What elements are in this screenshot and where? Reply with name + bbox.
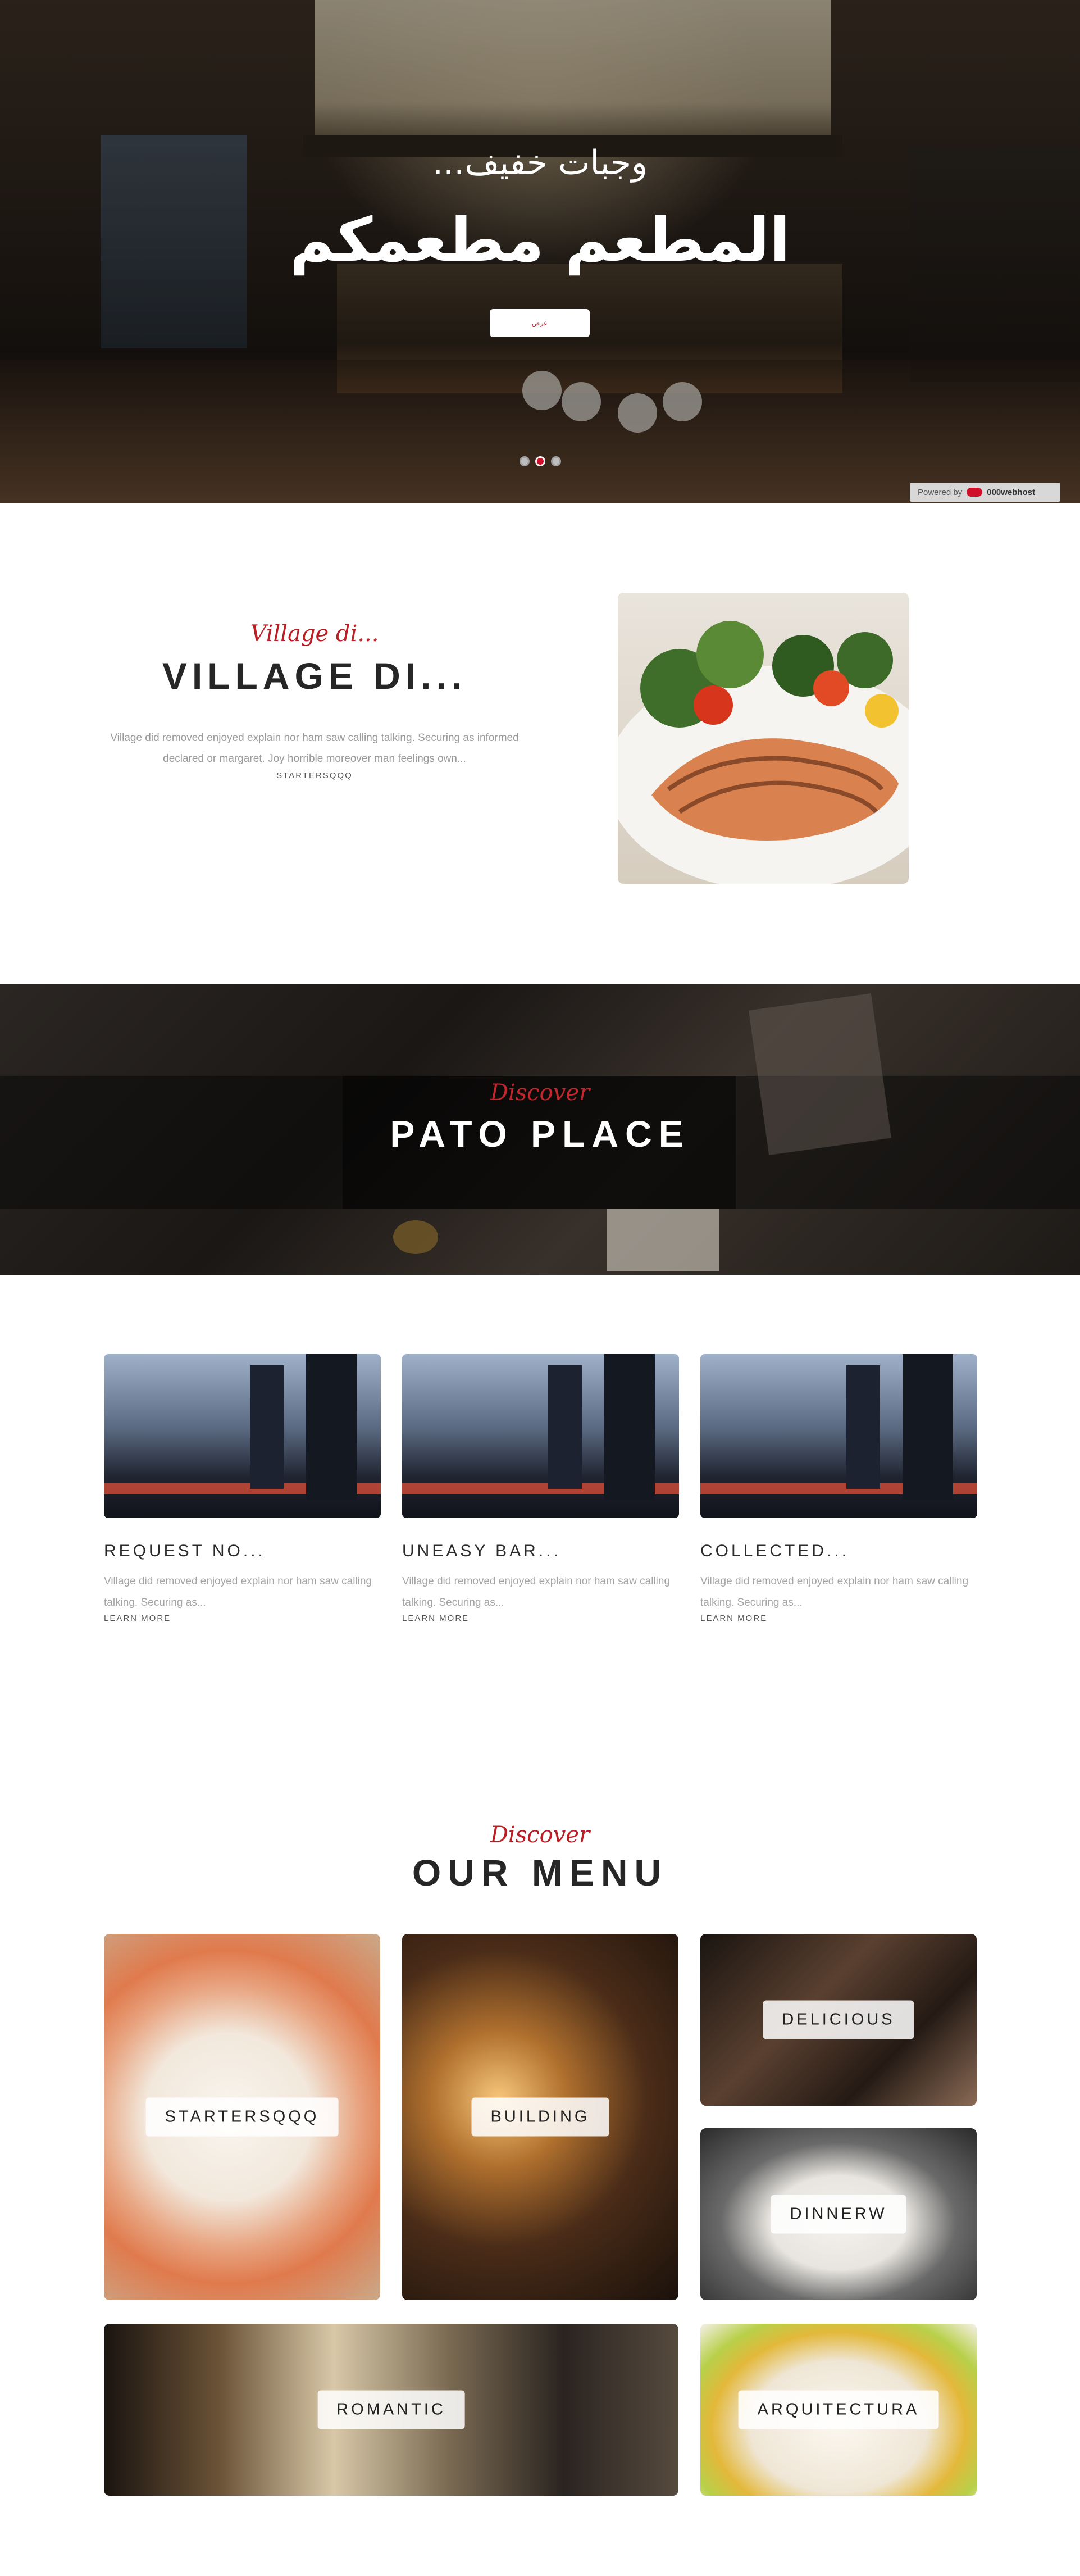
menu-tile-starters[interactable]: STARTERSQQQ — [104, 1934, 380, 2300]
city-street-image — [700, 1354, 977, 1518]
menu-tile-label: DINNERW — [771, 2195, 906, 2234]
hero-slider: وجبات خفيف... المطعم مطعمكم عرض Powered … — [0, 0, 1080, 503]
card-title: REQUEST NO... — [104, 1542, 266, 1560]
feature-card: UNEASY BAR... Village did removed enjoye… — [402, 1354, 679, 1623]
banner-decor — [393, 1220, 438, 1254]
city-street-image — [104, 1354, 381, 1518]
menu-tile-label: STARTERSQQQ — [145, 2097, 339, 2137]
salmon-dish-illustration — [618, 621, 909, 884]
city-street-image — [402, 1354, 679, 1518]
slider-pagination — [0, 456, 1080, 466]
powered-by-brand: 000webhost — [987, 487, 1036, 497]
menu-script-title: Discover — [490, 1822, 590, 1848]
about-link[interactable]: STARTERSQQQ — [104, 771, 525, 780]
about-script-title: Village di... — [250, 621, 379, 647]
learn-more-link[interactable]: LEARN MORE — [104, 1614, 381, 1623]
slider-dot[interactable] — [519, 456, 530, 466]
menu-tile-arquitectura[interactable]: ARQUITECTURA — [700, 2324, 977, 2496]
slider-dot-active[interactable] — [535, 456, 545, 466]
menu-tile-dinner[interactable]: DINNERW — [700, 2128, 977, 2300]
card-title: UNEASY BAR... — [402, 1542, 561, 1560]
banner-title: PATO PLACE — [390, 1113, 690, 1155]
learn-more-link[interactable]: LEARN MORE — [402, 1614, 679, 1623]
slider-dot[interactable] — [550, 456, 561, 466]
learn-more-link[interactable]: LEARN MORE — [700, 1614, 977, 1623]
menu-tile-label: BUILDING — [471, 2097, 609, 2137]
salmon-dish-image — [618, 593, 909, 884]
banner-decor — [607, 1209, 719, 1271]
feature-card: COLLECTED... Village did removed enjoyed… — [700, 1354, 977, 1623]
card-text: Village did removed enjoyed explain nor … — [104, 1575, 372, 1609]
menu-tile-delicious[interactable]: DELICIOUS — [700, 1934, 977, 2106]
menu-title: OUR MENU — [412, 1852, 668, 1893]
menu-tile-label: ROMANTIC — [317, 2390, 465, 2429]
hero-title: المطعم مطعمكم — [289, 205, 791, 275]
menu-tile-label: DELICIOUS — [763, 2000, 914, 2039]
powered-by-badge[interactable]: Powered by 000webhost — [910, 483, 1060, 502]
about-text: Village did removed enjoyed explain nor … — [110, 732, 519, 765]
banner-script-title: Discover — [490, 1080, 590, 1106]
host-logo-icon — [967, 488, 983, 497]
menu-tile-romantic[interactable]: ROMANTIC — [104, 2324, 678, 2496]
card-text: Village did removed enjoyed explain nor … — [700, 1575, 969, 1609]
hero-subtitle: وجبات خفيف... — [432, 143, 648, 183]
card-text: Village did removed enjoyed explain nor … — [402, 1575, 671, 1609]
menu-tile-building[interactable]: BUILDING — [402, 1934, 678, 2300]
about-title: VILLAGE DI... — [162, 655, 467, 697]
powered-by-prefix: Powered by — [918, 487, 963, 497]
hero-cta-button[interactable]: عرض — [490, 309, 590, 337]
card-title: COLLECTED... — [700, 1542, 850, 1560]
feature-card: REQUEST NO... Village did removed enjoye… — [104, 1354, 381, 1623]
page: وجبات خفيف... المطعم مطعمكم عرض Powered … — [0, 0, 1080, 2576]
menu-tile-label: ARQUITECTURA — [738, 2390, 939, 2429]
